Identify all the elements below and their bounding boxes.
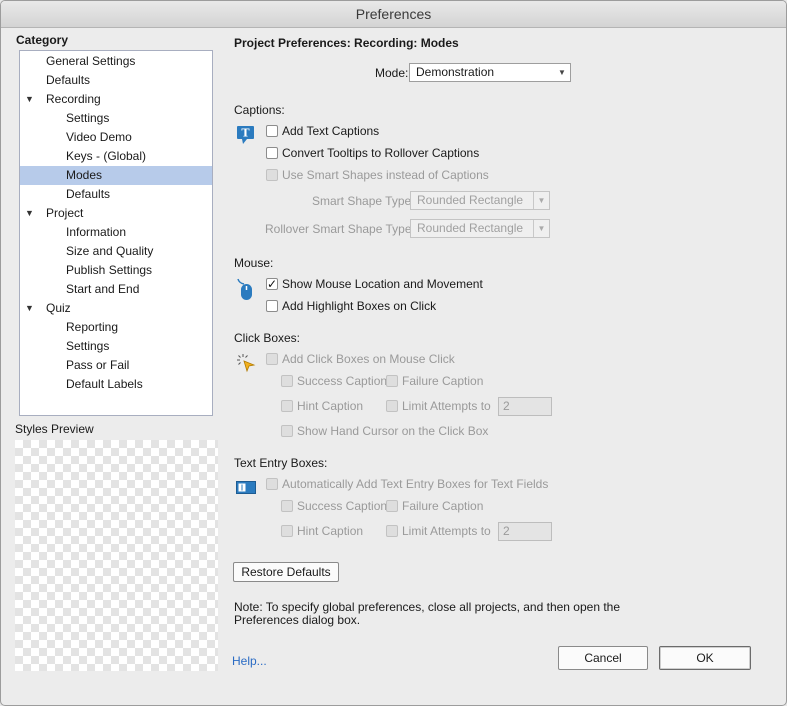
click-failure-caption-checkbox[interactable]: Failure Caption xyxy=(386,373,483,389)
rollover-shape-type-label: Rollover Smart Shape Type xyxy=(265,222,412,236)
expand-triangle-icon[interactable]: ▼ xyxy=(25,299,34,318)
show-mouse-movement-checkbox[interactable]: Show Mouse Location and Movement xyxy=(266,276,483,292)
mouse-label: Mouse: xyxy=(234,256,274,270)
help-link[interactable]: Help... xyxy=(232,654,267,668)
rollover-shape-type-select[interactable]: Rounded Rectangle ▼ xyxy=(410,219,550,238)
text-hint-caption-checkbox[interactable]: Hint Caption xyxy=(281,523,363,539)
chevron-down-icon: ▼ xyxy=(533,192,549,209)
sidebar-item-defaults[interactable]: Defaults xyxy=(20,185,212,204)
text-entry-box-icon xyxy=(236,481,256,498)
sidebar-item-label: Settings xyxy=(66,111,110,125)
sidebar-item-video-demo[interactable]: Video Demo xyxy=(20,128,212,147)
restore-defaults-button[interactable]: Restore Defaults xyxy=(233,562,339,582)
ok-button[interactable]: OK xyxy=(659,646,751,670)
sidebar-item-recording[interactable]: ▼ Recording xyxy=(20,90,212,109)
chevron-down-icon: ▼ xyxy=(558,68,566,77)
sidebar-item-label: Keys - (Global) xyxy=(66,149,147,163)
category-tree: General Settings Defaults ▼ Recording Settin… xyxy=(19,50,213,416)
convert-tooltips-checkbox[interactable]: Convert Tooltips to Rollover Captions xyxy=(266,145,479,161)
text-limit-attempts-input[interactable]: 2 xyxy=(498,522,552,541)
expand-triangle-icon[interactable]: ▼ xyxy=(25,90,34,109)
text-success-caption-checkbox[interactable]: Success Caption xyxy=(281,498,387,514)
sidebar-item-settings[interactable]: Settings xyxy=(20,109,212,128)
sidebar-item-label: Default Labels xyxy=(66,377,143,391)
sidebar-item-label: Modes xyxy=(66,168,103,182)
smart-shape-type-select[interactable]: Rounded Rectangle ▼ xyxy=(410,191,550,210)
mouse-icon xyxy=(235,277,255,304)
sidebar-item-size-and-quality[interactable]: Size and Quality xyxy=(20,242,212,261)
mode-select[interactable]: Demonstration ▼ xyxy=(409,63,571,82)
sidebar-item-label: Reporting xyxy=(66,320,119,334)
sidebar-item-default-labels[interactable]: Default Labels xyxy=(20,375,212,394)
sidebar-item-general-settings[interactable]: General Settings xyxy=(20,52,212,71)
text-caption-icon: T xyxy=(236,125,256,148)
smart-shape-type-label: Smart Shape Type xyxy=(312,194,412,208)
sidebar-item-settings[interactable]: Settings xyxy=(20,337,212,356)
text-limit-attempts-checkbox[interactable]: Limit Attempts to xyxy=(386,523,491,539)
sidebar-item-label: Information xyxy=(66,225,127,239)
add-text-captions-checkbox[interactable]: Add Text Captions xyxy=(266,123,379,139)
text-entry-boxes-label: Text Entry Boxes: xyxy=(234,456,328,470)
category-title: Category xyxy=(16,33,69,47)
click-limit-attempts-checkbox[interactable]: Limit Attempts to xyxy=(386,398,491,414)
sidebar-item-publish-settings[interactable]: Publish Settings xyxy=(20,261,212,280)
mode-label: Mode: xyxy=(375,66,409,80)
sidebar-item-pass-or-fail[interactable]: Pass or Fail xyxy=(20,356,212,375)
add-click-boxes-checkbox[interactable]: Add Click Boxes on Mouse Click xyxy=(266,351,455,367)
sidebar-item-label: Start and End xyxy=(66,282,140,296)
sidebar-item-information[interactable]: Information xyxy=(20,223,212,242)
click-limit-attempts-input[interactable]: 2 xyxy=(498,397,552,416)
captions-label: Captions: xyxy=(234,103,285,117)
click-hint-caption-checkbox[interactable]: Hint Caption xyxy=(281,398,363,414)
styles-preview-canvas xyxy=(15,440,218,671)
sidebar-item-project[interactable]: ▼ Project xyxy=(20,204,212,223)
preferences-window: Preferences Category General Settings Def… xyxy=(0,0,787,706)
sidebar-item-label: General Settings xyxy=(46,54,136,68)
auto-add-text-entry-checkbox[interactable]: Automatically Add Text Entry Boxes for T… xyxy=(266,476,548,492)
chevron-down-icon: ▼ xyxy=(533,220,549,237)
sidebar-item-label: Recording xyxy=(46,92,101,106)
click-box-icon xyxy=(236,353,256,376)
click-boxes-label: Click Boxes: xyxy=(234,331,301,345)
sidebar-item-quiz[interactable]: ▼ Quiz xyxy=(20,299,212,318)
sidebar-item-defaults[interactable]: Defaults xyxy=(20,71,212,90)
global-preferences-note: Note: To specify global preferences, clo… xyxy=(234,600,621,627)
show-hand-cursor-checkbox[interactable]: Show Hand Cursor on the Click Box xyxy=(281,423,488,439)
sidebar-item-label: Quiz xyxy=(46,301,71,315)
sidebar-item-label: Project xyxy=(46,206,84,220)
cancel-button[interactable]: Cancel xyxy=(558,646,648,670)
window-title: Preferences xyxy=(1,1,786,28)
sidebar-item-start-and-end[interactable]: Start and End xyxy=(20,280,212,299)
add-highlight-boxes-checkbox[interactable]: Add Highlight Boxes on Click xyxy=(266,298,436,314)
sidebar-item-label: Pass or Fail xyxy=(66,358,130,372)
sidebar-item-label: Defaults xyxy=(66,187,111,201)
svg-text:T: T xyxy=(241,127,250,140)
mode-select-value: Demonstration xyxy=(416,65,495,79)
page-title: Project Preferences: Recording: Modes xyxy=(234,36,459,50)
sidebar-item-label: Defaults xyxy=(46,73,91,87)
sidebar-item-label: Settings xyxy=(66,339,110,353)
sidebar-item-keys-global[interactable]: Keys - (Global) xyxy=(20,147,212,166)
styles-preview-label: Styles Preview xyxy=(15,422,94,436)
click-success-caption-checkbox[interactable]: Success Caption xyxy=(281,373,387,389)
sidebar-item-label: Video Demo xyxy=(66,130,132,144)
sidebar-item-label: Publish Settings xyxy=(66,263,153,277)
sidebar-item-label: Size and Quality xyxy=(66,244,154,258)
sidebar-item-modes[interactable]: Modes xyxy=(20,166,212,185)
sidebar-item-reporting[interactable]: Reporting xyxy=(20,318,212,337)
expand-triangle-icon[interactable]: ▼ xyxy=(25,204,34,223)
use-smart-shapes-checkbox[interactable]: Use Smart Shapes instead of Captions xyxy=(266,167,489,183)
text-failure-caption-checkbox[interactable]: Failure Caption xyxy=(386,498,483,514)
